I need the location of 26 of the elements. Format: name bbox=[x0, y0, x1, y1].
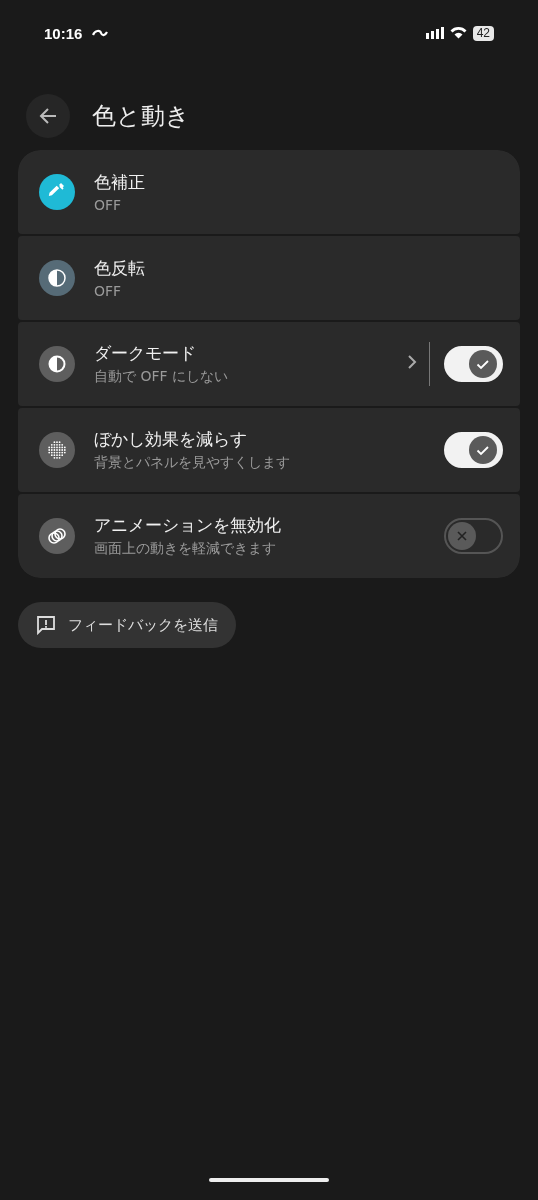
feedback-icon bbox=[36, 615, 56, 635]
setting-row[interactable]: ぼかし効果を減らす 背景とパネルを見やすくします bbox=[18, 408, 520, 492]
setting-row[interactable]: ダークモード 自動で OFF にしない bbox=[18, 322, 520, 406]
back-arrow-icon bbox=[38, 106, 58, 126]
battery-level: 42 bbox=[472, 25, 494, 41]
setting-row[interactable]: アニメーションを無効化 画面上の動きを軽減できます bbox=[18, 494, 520, 578]
setting-title: アニメーションを無効化 bbox=[94, 514, 282, 537]
setting-row[interactable]: 色補正 OFF bbox=[18, 150, 520, 234]
setting-row[interactable]: 色反転 OFF bbox=[18, 236, 520, 320]
setting-subtitle: OFF bbox=[94, 283, 123, 299]
check-thumb-icon[interactable] bbox=[469, 436, 497, 464]
page-title: 色と動き bbox=[92, 101, 190, 132]
feedback-button[interactable]: フィードバックを送信 bbox=[18, 602, 236, 648]
setting-title: ダークモード bbox=[94, 342, 197, 365]
setting-subtitle: 画面上の動きを軽減できます bbox=[94, 540, 277, 558]
setting-subtitle: OFF bbox=[94, 197, 123, 213]
setting-subtitle: 背景とパネルを見やすくします bbox=[94, 454, 291, 472]
toggle-switch[interactable] bbox=[444, 518, 503, 554]
setting-title: ぼかし効果を減らす bbox=[94, 428, 248, 451]
check-thumb-icon[interactable] bbox=[469, 350, 497, 378]
cross-thumb-icon[interactable] bbox=[448, 522, 476, 550]
back-button[interactable] bbox=[26, 94, 70, 138]
status-time: 10:16 bbox=[44, 24, 83, 42]
setting-title: 色補正 bbox=[94, 171, 146, 194]
setting-subtitle: 自動で OFF にしない bbox=[94, 368, 230, 386]
setting-title: 色反転 bbox=[94, 257, 146, 280]
